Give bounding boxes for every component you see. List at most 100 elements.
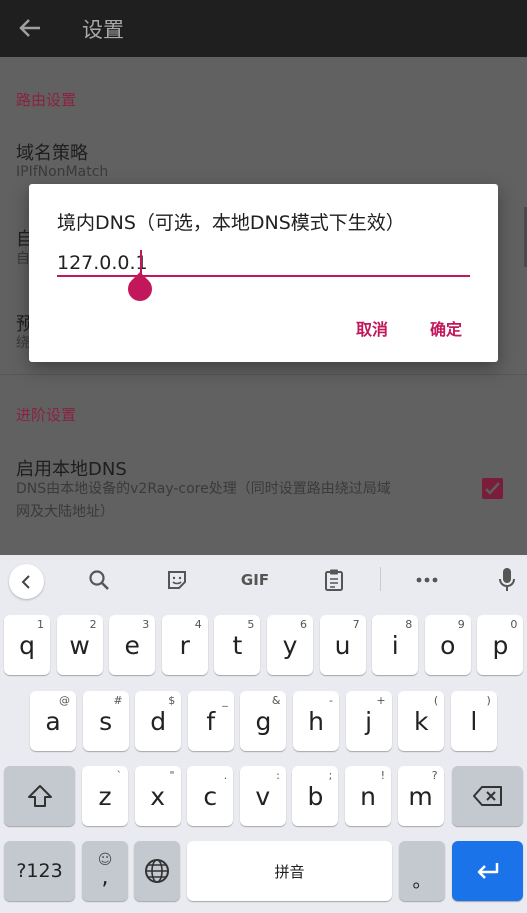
toolbar-divider [380, 567, 381, 591]
period-key[interactable]: 。 [399, 841, 445, 901]
comma-key[interactable]: ☺ , [82, 841, 128, 901]
key-label: n [360, 781, 376, 811]
key-j[interactable]: j + [345, 691, 392, 751]
text-cursor [140, 250, 142, 274]
key-hint: _ [222, 694, 228, 707]
mic-icon[interactable] [494, 565, 520, 595]
key-hint: ; [328, 769, 333, 782]
dns-dialog: 境内DNS（可选，本地DNS模式下生效） 取消 确定 [29, 184, 498, 362]
pref-summary: 网及大陆地址） [16, 504, 114, 520]
key-label: b [307, 781, 324, 811]
key-hint: 9 [457, 618, 465, 631]
key-o[interactable]: o9 [424, 615, 471, 675]
category-routing: 路由设置 [16, 91, 77, 109]
key-u[interactable]: u7 [319, 615, 366, 675]
key-label: x [150, 781, 165, 811]
key-v[interactable]: v: [239, 766, 286, 826]
key-hint: 1 [37, 618, 44, 631]
chevron-left-icon[interactable] [9, 564, 44, 599]
key-w[interactable]: w2 [56, 615, 103, 675]
key-m[interactable]: m? [397, 766, 444, 826]
key-hint: : [276, 769, 280, 782]
sticker-icon[interactable] [164, 565, 190, 595]
local-dns-checkbox[interactable] [482, 478, 503, 499]
key-label: p [492, 630, 509, 660]
keyboard-toolbar: GIF [0, 555, 527, 605]
globe-icon [145, 859, 169, 883]
key-g[interactable]: g & [240, 691, 287, 751]
key-hint: ( [433, 694, 439, 707]
search-icon[interactable] [86, 565, 112, 595]
key-z[interactable]: z ` [82, 766, 128, 826]
key-hint: 0 [510, 618, 518, 631]
key-label: c [203, 781, 218, 811]
app-bar: 设置 [0, 0, 527, 57]
key-label: j [365, 706, 373, 736]
enter-icon [477, 863, 498, 879]
key-f[interactable]: f _ [187, 691, 234, 751]
language-key[interactable] [134, 841, 180, 901]
key-x[interactable]: x " [134, 766, 181, 826]
backspace-key[interactable] [452, 766, 523, 826]
pref-summary: DNS由本地设备的v2Ray-core处理（同时设置路由绕过局域 [16, 481, 391, 497]
key-hint: ! [380, 769, 385, 782]
key-label: l [470, 706, 478, 736]
key-n[interactable]: n! [345, 766, 391, 826]
key-hint: 8 [405, 618, 413, 631]
key-hint: ` [116, 769, 123, 782]
key-label: q [19, 630, 35, 660]
key-hint: 6 [300, 618, 307, 631]
key-label: m [408, 781, 433, 811]
ok-button[interactable]: 确定 [430, 316, 462, 340]
symbols-key[interactable]: ?123 [4, 841, 75, 901]
key-label: u [334, 630, 351, 660]
key-label: z [98, 781, 112, 811]
dns-input[interactable] [57, 248, 470, 278]
key-hint: " [169, 769, 175, 782]
key-label: s [99, 706, 113, 736]
key-s[interactable]: s # [82, 691, 129, 751]
space-key[interactable]: 拼音 [187, 841, 392, 901]
arrow-back-icon[interactable] [16, 14, 44, 42]
cancel-button[interactable]: 取消 [356, 316, 388, 340]
key-label: k [413, 706, 429, 736]
keyboard: GIF q1w2e3r4t5y6u7i8o9p0 a @ s # d $ f _ g & h - j + k… [0, 555, 527, 913]
key-l[interactable]: l) [450, 691, 497, 751]
key-a[interactable]: a @ [30, 691, 76, 751]
enter-key[interactable] [452, 841, 523, 901]
key-label: f [206, 706, 216, 736]
key-d[interactable]: d $ [135, 691, 182, 751]
key-hint: ? [431, 769, 438, 782]
key-t[interactable]: t5 [214, 615, 261, 675]
pref-summary: IPIfNonMatch [16, 164, 109, 180]
comma-label: , [101, 865, 109, 890]
key-r[interactable]: r4 [161, 615, 208, 675]
pref-summary: 自 [16, 251, 30, 267]
key-h[interactable]: h- [293, 691, 339, 751]
key-label: h [308, 706, 324, 736]
key-hint: 3 [142, 618, 150, 631]
key-hint: # [113, 694, 123, 707]
key-hint: 4 [194, 618, 202, 631]
key-q[interactable]: q1 [4, 615, 50, 675]
pref-summary: 绕 [16, 335, 30, 351]
shift-key[interactable] [4, 766, 75, 826]
key-c[interactable]: c. [187, 766, 234, 826]
input-underline [57, 275, 470, 277]
more-icon[interactable] [414, 565, 440, 595]
page-title: 设置 [82, 18, 124, 42]
key-k[interactable]: k( [398, 691, 445, 751]
clipboard-icon[interactable] [321, 565, 347, 595]
key-i[interactable]: i8 [372, 615, 419, 675]
key-y[interactable]: y6 [267, 615, 313, 675]
gif-icon[interactable]: GIF [240, 565, 270, 595]
key-hint: + [376, 694, 386, 707]
key-p[interactable]: p0 [477, 615, 524, 675]
divider [0, 374, 527, 375]
key-hint: ) [486, 694, 491, 707]
key-hint: 2 [89, 618, 97, 631]
key-b[interactable]: b; [292, 766, 339, 826]
key-e[interactable]: e3 [109, 615, 156, 675]
key-hint: - [329, 694, 333, 707]
key-label: y [282, 630, 298, 660]
